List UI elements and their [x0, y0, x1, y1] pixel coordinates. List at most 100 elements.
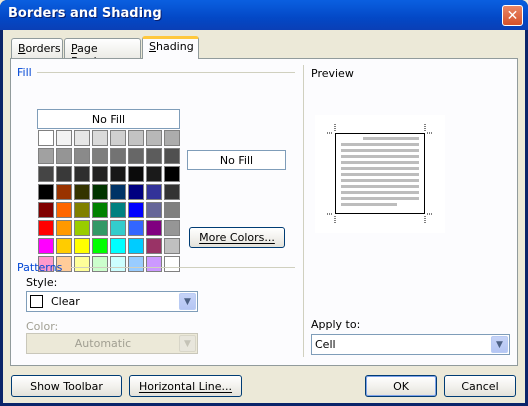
color-swatch[interactable]: [74, 184, 90, 200]
color-swatch[interactable]: [74, 130, 90, 146]
color-swatch[interactable]: [92, 202, 108, 218]
shading-panel: Fill No Fill No Fill More Colors... Patt…: [10, 58, 518, 366]
horizontal-line-label: Horizontal Line...: [138, 379, 233, 393]
color-swatch[interactable]: [38, 130, 54, 146]
color-swatch[interactable]: [74, 220, 90, 236]
color-swatch[interactable]: [38, 220, 54, 236]
color-swatch[interactable]: [146, 148, 162, 164]
tab-page-border[interactable]: Page Border: [64, 38, 141, 68]
color-swatch[interactable]: [110, 202, 126, 218]
color-swatch[interactable]: [92, 238, 108, 254]
patterns-divider: [71, 267, 295, 268]
color-swatch[interactable]: [56, 184, 72, 200]
color-swatch[interactable]: [128, 130, 144, 146]
color-swatch[interactable]: [56, 202, 72, 218]
color-swatch[interactable]: [110, 238, 126, 254]
selected-fill-label: No Fill: [219, 153, 254, 167]
color-swatch[interactable]: [92, 166, 108, 182]
ok-button[interactable]: OK: [365, 375, 437, 397]
color-swatch[interactable]: [38, 202, 54, 218]
tab-borders[interactable]: Borders: [11, 38, 63, 58]
color-swatch[interactable]: [74, 148, 90, 164]
color-swatch[interactable]: [74, 238, 90, 254]
color-swatch[interactable]: [110, 220, 126, 236]
color-swatch[interactable]: [92, 256, 108, 272]
table-preview-icon: [327, 124, 433, 223]
color-swatch[interactable]: [146, 130, 162, 146]
color-swatch-grid: [37, 129, 181, 273]
color-swatch[interactable]: [164, 238, 180, 254]
color-swatch[interactable]: [146, 202, 162, 218]
color-swatch[interactable]: [110, 256, 126, 272]
tab-shading-key: S: [149, 40, 156, 53]
color-swatch[interactable]: [38, 148, 54, 164]
color-swatch[interactable]: [146, 256, 162, 272]
chevron-down-icon: ▼: [179, 335, 196, 352]
color-swatch[interactable]: [164, 220, 180, 236]
color-swatch[interactable]: [128, 166, 144, 182]
apply-to-select[interactable]: Cell ▼: [311, 334, 510, 355]
close-button[interactable]: ✕: [502, 5, 523, 26]
cancel-label: Cancel: [461, 379, 499, 393]
color-swatch[interactable]: [146, 166, 162, 182]
cancel-button[interactable]: Cancel: [444, 375, 516, 397]
pattern-color-select: Automatic ▼: [26, 333, 198, 354]
color-swatch[interactable]: [74, 202, 90, 218]
color-swatch[interactable]: [56, 238, 72, 254]
color-swatch[interactable]: [56, 148, 72, 164]
color-swatch[interactable]: [128, 220, 144, 236]
color-swatch[interactable]: [56, 130, 72, 146]
style-label: Style:: [26, 276, 58, 289]
color-swatch[interactable]: [74, 166, 90, 182]
color-swatch[interactable]: [128, 238, 144, 254]
apply-to-value: Cell: [315, 338, 336, 351]
color-swatch[interactable]: [92, 184, 108, 200]
color-swatch[interactable]: [164, 202, 180, 218]
color-swatch[interactable]: [92, 220, 108, 236]
window-title: Borders and Shading: [8, 6, 162, 21]
color-swatch[interactable]: [146, 238, 162, 254]
color-swatch[interactable]: [164, 184, 180, 200]
color-swatch[interactable]: [146, 184, 162, 200]
color-swatch[interactable]: [164, 256, 180, 272]
color-swatch[interactable]: [92, 130, 108, 146]
color-swatch[interactable]: [164, 130, 180, 146]
patterns-label: Patterns: [17, 261, 63, 274]
color-swatch[interactable]: [38, 238, 54, 254]
title-bar[interactable]: Borders and Shading ✕: [0, 0, 528, 30]
selected-fill-display: No Fill: [187, 150, 286, 170]
color-swatch[interactable]: [128, 256, 144, 272]
ok-label: OK: [393, 379, 409, 393]
tab-shading-label: hading: [155, 40, 194, 53]
no-fill-swatch-label: No Fill: [91, 112, 126, 126]
tab-shading[interactable]: Shading: [142, 36, 199, 59]
color-swatch[interactable]: [128, 184, 144, 200]
color-swatch[interactable]: [110, 148, 126, 164]
color-swatch[interactable]: [110, 184, 126, 200]
show-toolbar-label: Show Toolbar: [30, 379, 103, 393]
chevron-down-icon[interactable]: ▼: [491, 336, 508, 353]
color-swatch[interactable]: [128, 202, 144, 218]
fill-label: Fill: [17, 66, 32, 79]
color-label: Color:: [26, 320, 59, 333]
color-swatch[interactable]: [38, 184, 54, 200]
more-colors-button[interactable]: More Colors...: [189, 227, 285, 248]
color-swatch[interactable]: [110, 130, 126, 146]
color-swatch[interactable]: [128, 148, 144, 164]
color-swatch[interactable]: [74, 256, 90, 272]
color-swatch[interactable]: [146, 220, 162, 236]
panel-divider: [303, 65, 304, 357]
color-swatch[interactable]: [92, 148, 108, 164]
horizontal-line-button[interactable]: Horizontal Line...: [129, 375, 242, 397]
color-swatch[interactable]: [164, 148, 180, 164]
style-select[interactable]: Clear ▼: [26, 291, 198, 312]
clear-pattern-icon: [30, 295, 43, 308]
no-fill-swatch-button[interactable]: No Fill: [37, 109, 180, 129]
color-swatch[interactable]: [56, 220, 72, 236]
color-swatch[interactable]: [110, 166, 126, 182]
chevron-down-icon[interactable]: ▼: [179, 293, 196, 310]
color-swatch[interactable]: [56, 166, 72, 182]
color-swatch[interactable]: [38, 166, 54, 182]
show-toolbar-button[interactable]: Show Toolbar: [11, 375, 122, 397]
color-swatch[interactable]: [164, 166, 180, 182]
